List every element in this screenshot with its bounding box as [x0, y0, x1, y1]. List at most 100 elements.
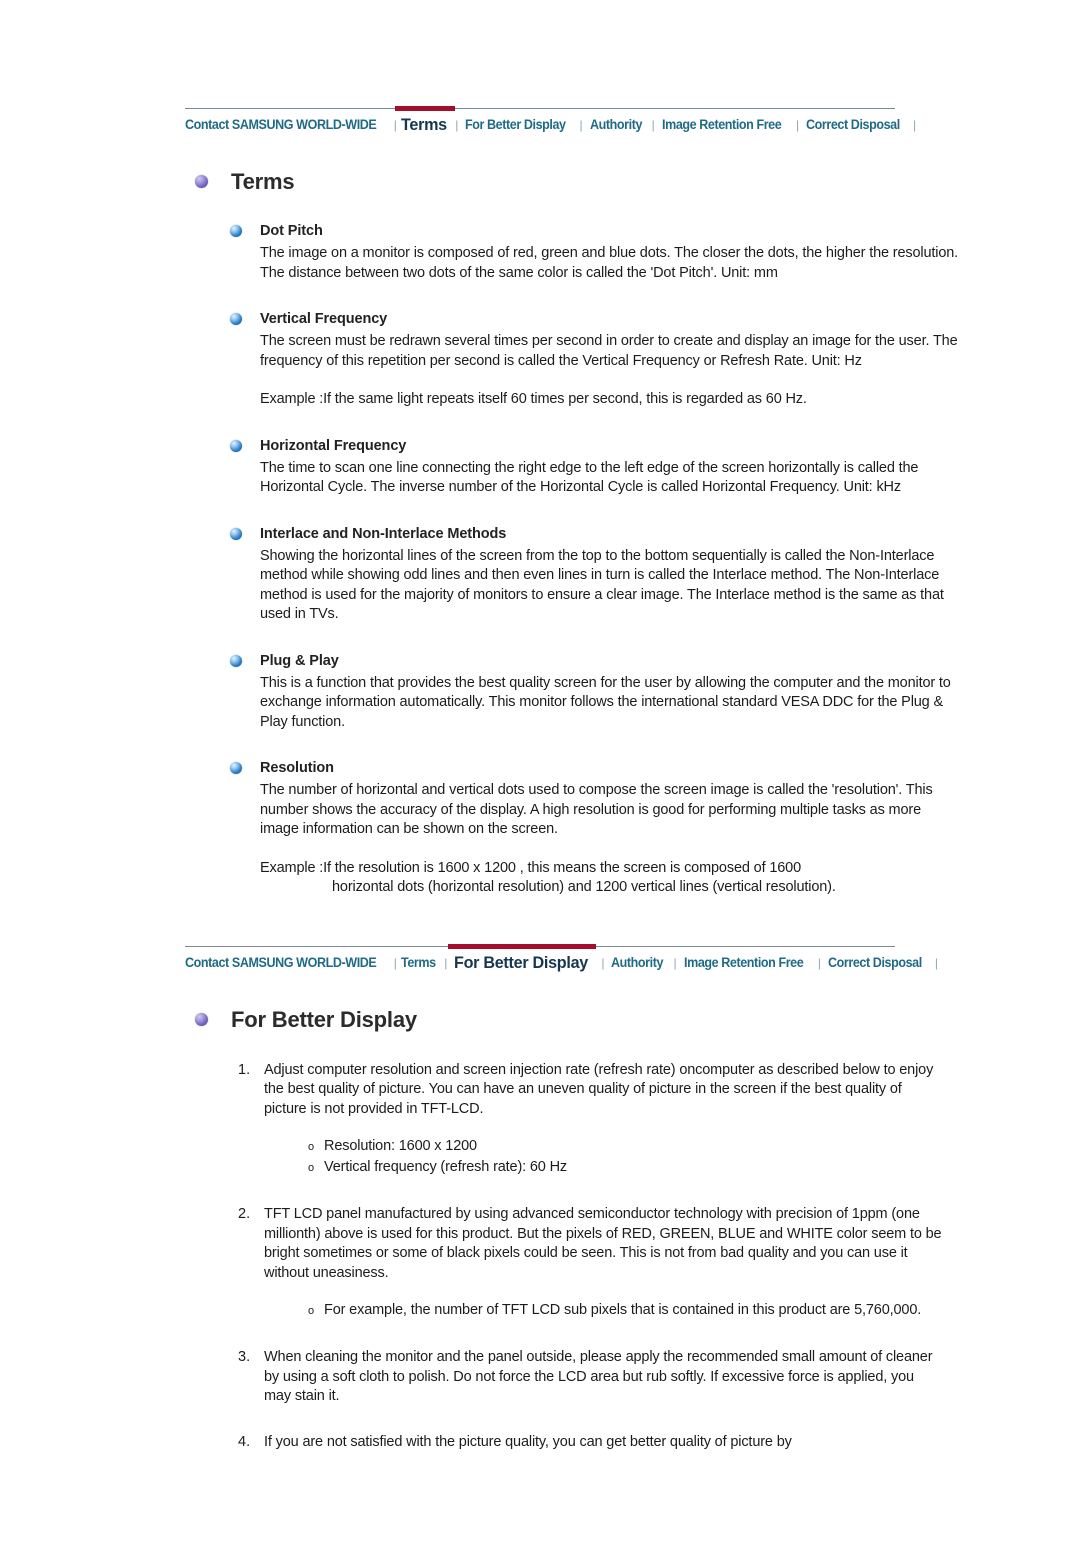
term-example-line: Example :If the resolution is 1600 x 120…	[260, 859, 801, 876]
nav-item-authority[interactable]: Authority	[590, 115, 642, 135]
term-description: The image on a monitor is composed of re…	[260, 245, 959, 281]
list-item-text: Adjust computer resolution and screen in…	[264, 1061, 934, 1117]
nav-primary-items: Contact SAMSUNG WORLD-WIDE | Terms | For Bet…	[185, 109, 916, 135]
sub-list: o For example, the number of TFT LCD sub …	[264, 1301, 990, 1322]
blue-sphere-bullet-icon	[230, 313, 242, 325]
nav-item-correct-disposal[interactable]: Correct Disposal	[828, 953, 922, 973]
term-example-line-2: horizontal dots (horizontal resolution) …	[332, 879, 836, 895]
list-item-text: When cleaning the monitor and the panel …	[264, 1349, 933, 1404]
term-description: The time to scan one line connecting the…	[260, 459, 919, 496]
term-heading: Vertical Frequency	[260, 311, 388, 327]
sub-list: o Resolution: 1600 x 1200 o Vertical freque…	[264, 1137, 990, 1179]
nav-separator: |	[579, 118, 583, 132]
list-item-text: TFT LCD panel manufactured by using adva…	[264, 1206, 942, 1281]
nav-secondary: Contact SAMSUNG WORLD-WIDE | Terms | For Bet…	[185, 943, 938, 973]
terms-section: Terms Dot Pitch The image on a monitor is…	[90, 169, 990, 898]
nav-primary: Contact SAMSUNG WORLD-WIDE | Terms | For Bet…	[185, 106, 916, 135]
nav-separator: |	[817, 955, 821, 970]
nav-separator: |	[651, 118, 655, 132]
nav-item-contact-samsung-world-wide[interactable]: Contact SAMSUNG WORLD-WIDE	[185, 115, 377, 135]
blue-sphere-bullet-icon	[230, 527, 242, 540]
page-title-2: For Better Display	[231, 1006, 417, 1032]
nav-item-terms[interactable]: Terms	[401, 953, 436, 973]
list-item-number: 1.	[238, 1061, 251, 1078]
term-entry: Interlace and Non-Interlace Methods Showi…	[90, 524, 990, 625]
term-description: The screen must be redrawn several times…	[260, 333, 958, 369]
term-example: Example :If the resolution is 1600 x 120…	[260, 859, 960, 898]
term-description: Showing the horizontal lines of the scre…	[260, 547, 944, 623]
nav-separator: |	[444, 955, 448, 970]
term-heading: Resolution	[260, 760, 334, 776]
nav-secondary-wrapper: Contact SAMSUNG WORLD-WIDE | Terms | For Bet…	[0, 943, 1080, 973]
active-tab-indicator-2	[448, 943, 597, 949]
list-item-number: 3.	[238, 1349, 251, 1365]
term-entry: Vertical Frequency The screen must be red…	[90, 309, 990, 410]
nav-separator: |	[393, 118, 397, 132]
term-heading: Dot Pitch	[260, 223, 323, 239]
term-description: The number of horizontal and vertical do…	[260, 782, 933, 837]
document-page: Contact SAMSUNG WORLD-WIDE | Terms | For Bet…	[0, 0, 1080, 1548]
blue-sphere-bullet-icon	[230, 439, 242, 452]
circle-marker-icon: o	[308, 1162, 314, 1174]
term-entry: Resolution The number of horizontal and v…	[90, 758, 990, 898]
nav-item-for-better-display[interactable]: For Better Display	[454, 953, 588, 973]
nav-item-terms[interactable]: Terms	[401, 115, 447, 135]
nav-item-image-retention-free[interactable]: Image Retention Free	[662, 115, 782, 135]
nav-top-rule-2	[185, 943, 895, 949]
page-title: Terms	[231, 169, 295, 194]
list-item-text: If you are not satisfied with the pictur…	[264, 1433, 792, 1450]
better-display-section: For Better Display 1. Adjust computer res…	[90, 1007, 990, 1479]
terms-title-row: Terms	[90, 169, 990, 195]
nav-item-image-retention-free[interactable]: Image Retention Free	[684, 953, 804, 973]
list-item: 2. TFT LCD panel manufactured by using ad…	[238, 1205, 990, 1322]
term-body: Horizontal Frequency The time to scan one…	[260, 436, 960, 498]
blue-sphere-bullet-icon	[230, 225, 242, 237]
nav-item-for-better-display[interactable]: For Better Display	[465, 115, 566, 135]
nav-item-correct-disposal[interactable]: Correct Disposal	[806, 115, 900, 135]
term-body: Dot Pitch The image on a monitor is compo…	[260, 221, 960, 283]
nav-separator: |	[795, 118, 800, 132]
nav-top-rule	[185, 106, 895, 111]
list-item: 3. When cleaning the monitor and the pane…	[238, 1348, 990, 1407]
nav-separator: |	[455, 118, 459, 132]
nav-separator: |	[912, 118, 917, 132]
term-description: This is a function that provides the bes…	[260, 674, 951, 730]
nav-primary-wrapper: Contact SAMSUNG WORLD-WIDE | Terms | For Bet…	[0, 0, 1080, 135]
purple-sphere-bullet-icon	[195, 1012, 208, 1026]
nav-secondary-items: Contact SAMSUNG WORLD-WIDE | Terms | For Bet…	[185, 947, 938, 973]
sub-list-item: o Resolution: 1600 x 1200	[308, 1137, 990, 1158]
term-heading: Plug & Play	[260, 652, 339, 669]
list-item: 1. Adjust computer resolution and screen …	[238, 1061, 990, 1180]
circle-marker-icon: o	[308, 1141, 314, 1153]
term-example: Example :If the same light repeats itsel…	[260, 390, 960, 410]
nav-item-authority[interactable]: Authority	[611, 953, 663, 973]
term-body: Interlace and Non-Interlace Methods Showi…	[260, 524, 960, 625]
term-example-line: Example :If the same light repeats itsel…	[260, 391, 807, 407]
nav-separator: |	[601, 955, 605, 970]
better-display-title-row: For Better Display	[90, 1007, 990, 1033]
sub-list-item-text: For example, the number of TFT LCD sub p…	[324, 1302, 922, 1318]
blue-sphere-bullet-icon	[230, 762, 242, 774]
sub-list-item: o Vertical frequency (refresh rate): 60 H…	[308, 1158, 990, 1179]
term-entry: Dot Pitch The image on a monitor is compo…	[90, 221, 990, 283]
nav-separator: |	[934, 955, 938, 970]
sub-list-item-text: Vertical frequency (refresh rate): 60 Hz	[324, 1159, 568, 1175]
terms-section-list: Dot Pitch The image on a monitor is compo…	[90, 221, 990, 898]
sub-list-item: o For example, the number of TFT LCD sub …	[308, 1301, 990, 1322]
term-heading: Horizontal Frequency	[260, 437, 407, 454]
nav-item-contact-samsung-world-wide[interactable]: Contact SAMSUNG WORLD-WIDE	[185, 953, 377, 973]
blue-sphere-bullet-icon	[230, 654, 242, 667]
list-item: 4. If you are not satisfied with the pict…	[238, 1433, 990, 1453]
term-body: Resolution The number of horizontal and v…	[260, 758, 960, 898]
active-tab-indicator	[394, 106, 455, 111]
term-body: Vertical Frequency The screen must be red…	[260, 309, 960, 410]
list-item-number: 4.	[238, 1433, 251, 1450]
nav-separator: |	[673, 955, 677, 970]
term-entry: Plug & Play This is a function that provi…	[90, 651, 990, 733]
bottom-spacer	[0, 1478, 1080, 1548]
purple-sphere-bullet-icon	[195, 175, 208, 188]
